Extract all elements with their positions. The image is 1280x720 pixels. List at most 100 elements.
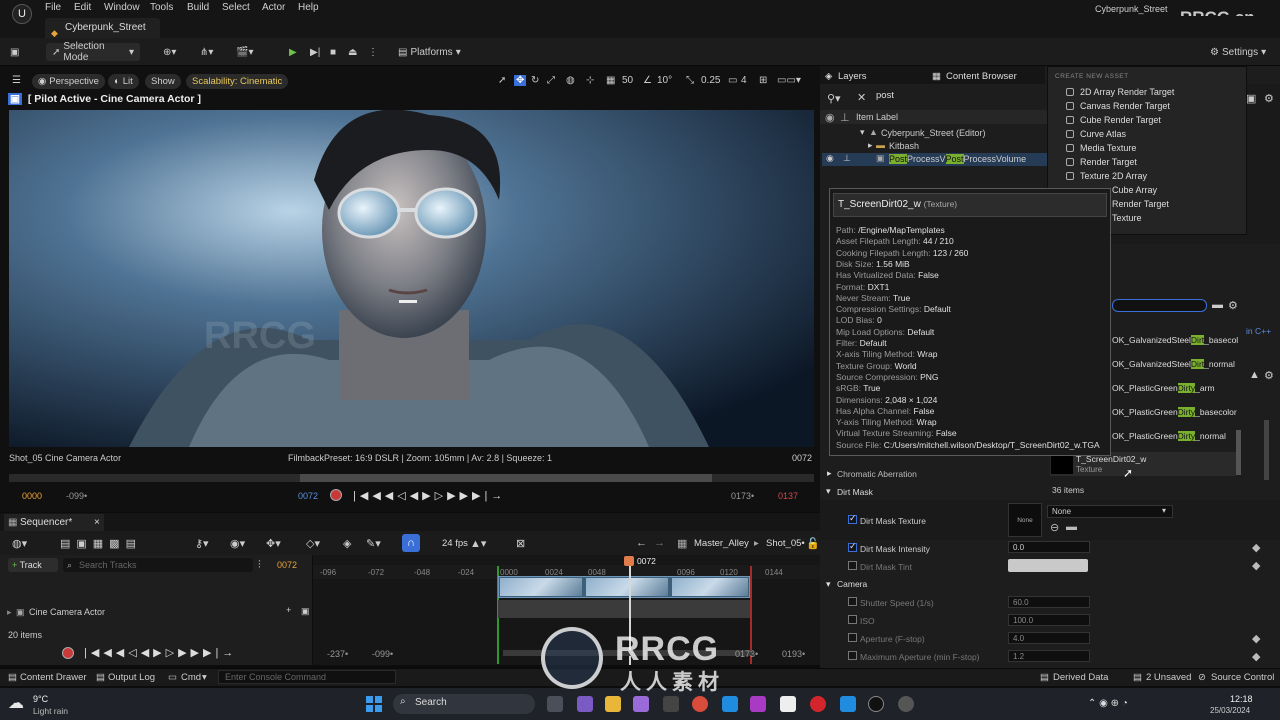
add-subtrack-icon[interactable]: + (286, 605, 291, 615)
hamburger-icon[interactable]: ☰ (12, 75, 21, 86)
timeline-view-icon[interactable]: ⊠ (516, 537, 525, 550)
cinematics-icon[interactable]: 🎬▾ (236, 43, 253, 61)
tab-content-browser[interactable]: Content Browser (946, 71, 1017, 82)
keyframe-icon[interactable]: ◆ (1252, 632, 1260, 645)
transport-start-neg[interactable]: -099• (66, 491, 87, 501)
keyframe-icon[interactable]: ◆ (1252, 559, 1260, 572)
curve-icon[interactable]: ◈ (343, 537, 351, 550)
add-actor-icon[interactable]: ⊕▾ (163, 43, 176, 61)
aperture-checkbox[interactable] (848, 633, 857, 642)
texture-picker-dropdown[interactable]: None ▾ (1047, 505, 1173, 518)
file-explorer-icon[interactable] (605, 696, 621, 712)
expand-icon[interactable]: ▸ (868, 140, 873, 151)
transport-current[interactable]: 0072 (298, 491, 318, 501)
collapse-icon[interactable]: ▾ (826, 486, 831, 497)
scalability-badge[interactable]: Scalability: Cinematic (186, 74, 289, 89)
in-cpp-link[interactable]: in C++ (1246, 326, 1271, 336)
stop-icon[interactable]: ■ (330, 43, 336, 61)
app-icon[interactable] (750, 696, 766, 712)
calendar-icon[interactable] (663, 696, 679, 712)
aperture-input[interactable]: 4.0 (1008, 632, 1090, 644)
purple-app-icon[interactable] (633, 696, 649, 712)
play-icon[interactable]: ▶ (289, 43, 297, 61)
key-icon[interactable]: ⚷▾ (195, 537, 209, 550)
viewport-options-icon[interactable]: ▭▭▾ (777, 75, 801, 86)
step-icon[interactable]: ▶| (310, 43, 320, 61)
transport-start[interactable]: 0000 (22, 491, 42, 501)
grid-snap-icon[interactable]: ▦ (606, 75, 615, 86)
outliner-row-folder[interactable]: ▸ ▬ Kitbash (822, 140, 1047, 153)
rotate-icon[interactable]: ↻ (531, 75, 539, 86)
details-lock-icon[interactable]: ▲ (1249, 369, 1260, 381)
camera-speed-icon[interactable]: ▭ (728, 75, 737, 86)
menu-tools[interactable]: Tools (150, 2, 173, 13)
eye-icon[interactable]: ◉ (826, 153, 834, 164)
transport-controls[interactable]: |◀◀◀◁◀▶▷▶▶▶|→ (353, 489, 506, 502)
keyframe-icon[interactable]: ◇▾ (306, 537, 320, 550)
clock-time[interactable]: 12:18 (1230, 694, 1253, 704)
edge-icon[interactable] (722, 696, 738, 712)
show-button[interactable]: Show (145, 74, 181, 89)
tab-layers[interactable]: Layers (838, 71, 867, 82)
transport-end[interactable]: 0173• (731, 491, 754, 501)
dirt-mask-tint-checkbox[interactable] (848, 561, 857, 570)
shutter-checkbox[interactable] (848, 597, 857, 606)
details-scrollbar[interactable] (1264, 420, 1269, 480)
taskbar-search[interactable]: ⌕ Search (393, 694, 535, 714)
menu-item-cube-render-target[interactable]: Cube Render Target (1080, 115, 1161, 125)
translate-icon[interactable]: ✥ (514, 75, 527, 86)
layout-icon[interactable]: ⊞ (759, 75, 767, 86)
menu-item-render-target[interactable]: Render Target (1080, 157, 1137, 167)
expand-icon[interactable]: ▸ (7, 607, 12, 618)
max-aperture-input[interactable]: 1.2 (1008, 650, 1090, 662)
bottom-range-left[interactable]: -237• (327, 649, 348, 659)
add-track-button[interactable]: + Track (8, 558, 58, 572)
unsaved-button[interactable]: 2 Unsaved (1146, 672, 1191, 683)
dirt-mask-section[interactable]: Dirt Mask (837, 487, 873, 497)
dirt-mask-intensity-input[interactable]: 0.0 (1008, 541, 1090, 553)
collapse-icon[interactable]: ▾ (826, 579, 831, 590)
menu-help[interactable]: Help (298, 2, 319, 13)
asset-scrollbar[interactable] (1236, 430, 1241, 475)
back-arrow-icon[interactable]: ← (636, 537, 647, 549)
select-tool-icon[interactable]: ➚ (498, 75, 506, 86)
search-tracks-input[interactable]: ⌕ Search Tracks (63, 558, 253, 572)
menu-item-cube-array[interactable]: Cube Array (1112, 185, 1157, 195)
expand-icon[interactable]: ▸ (827, 468, 832, 479)
camera-track-bar[interactable] (498, 600, 750, 618)
scale-icon[interactable]: ⤢ (547, 75, 555, 86)
menu-select[interactable]: Select (222, 2, 250, 13)
opera-icon[interactable] (810, 696, 826, 712)
scale-snap-icon[interactable]: ⤡ (686, 75, 694, 86)
weather-icon[interactable]: ☁ (8, 693, 24, 713)
asset-search-input[interactable] (1112, 299, 1207, 312)
blueprint-icon[interactable]: ⋔▾ (200, 43, 213, 61)
system-tray-icons[interactable]: ⌃ ◉ ⊕ ◔ (1088, 698, 1128, 709)
details-settings-icon[interactable]: ⚙ (1264, 369, 1274, 382)
notion-icon[interactable] (780, 696, 796, 712)
chrome-icon[interactable] (692, 696, 708, 712)
world-icon[interactable]: ◍ (566, 75, 575, 86)
asset-settings-icon[interactable]: ⚙ (1228, 299, 1238, 312)
task-view-icon[interactable] (547, 696, 563, 712)
max-aperture-checkbox[interactable] (848, 651, 857, 660)
record-button-2[interactable] (62, 647, 74, 659)
menu-item-texture[interactable]: Texture (1112, 213, 1142, 223)
breadcrumb-master[interactable]: Master_Alley (694, 538, 749, 549)
pencil-icon[interactable]: ✎▾ (366, 537, 381, 550)
menu-item-render-target-2[interactable]: Render Target (1112, 199, 1169, 209)
bottom-range-right2[interactable]: 0193• (782, 649, 805, 659)
source-control-button[interactable]: Source Control (1211, 672, 1274, 683)
menu-edit[interactable]: Edit (74, 2, 91, 13)
menu-item-texture-2d-array[interactable]: Texture 2D Array (1080, 171, 1147, 181)
platforms-button[interactable]: ▤ Platforms ▾ (398, 43, 461, 61)
lit-button[interactable]: ◐ Lit (108, 74, 139, 89)
menu-item-canvas-render-target[interactable]: Canvas Render Target (1080, 101, 1170, 111)
menu-item-media-texture[interactable]: Media Texture (1080, 143, 1136, 153)
item-label-column[interactable]: Item Label (856, 112, 898, 122)
iso-checkbox[interactable] (848, 615, 857, 624)
chat-app-icon[interactable] (577, 696, 593, 712)
menu-item-2d-array-render-target[interactable]: 2D Array Render Target (1080, 87, 1174, 97)
shutter-speed-input[interactable]: 60.0 (1008, 596, 1090, 608)
rotation-snap-value[interactable]: 10° (657, 75, 672, 86)
